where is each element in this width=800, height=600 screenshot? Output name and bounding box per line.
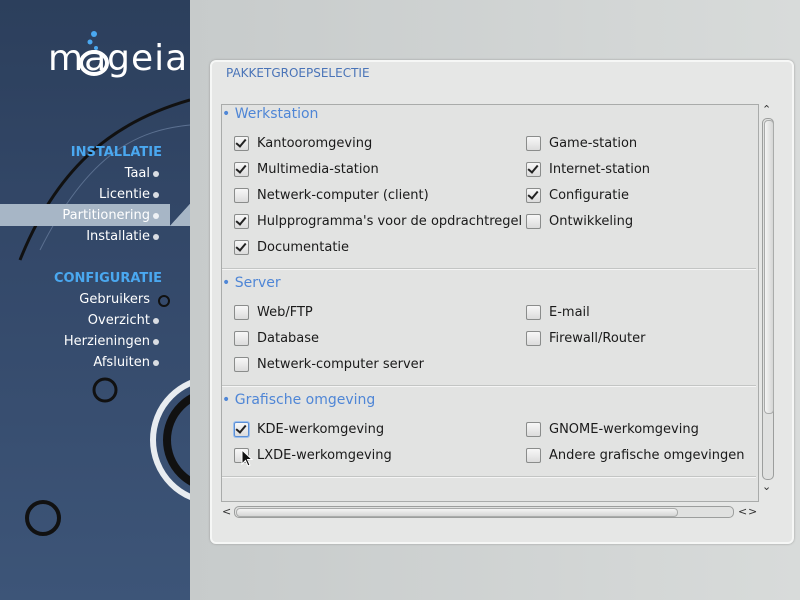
checkbox-checked-icon[interactable] bbox=[526, 161, 541, 177]
step-bullet-icon bbox=[153, 213, 159, 219]
group-separator bbox=[222, 385, 756, 387]
checkbox-game-station[interactable]: Game-station bbox=[526, 133, 637, 153]
checkbox-icon[interactable] bbox=[234, 304, 249, 320]
checkbox-checked-icon[interactable] bbox=[234, 161, 249, 177]
group-separator bbox=[222, 268, 756, 270]
step-licentie: Licentie bbox=[99, 187, 150, 202]
checkbox-icon[interactable] bbox=[234, 330, 249, 346]
step-bullet-icon bbox=[153, 171, 159, 177]
checkbox-lxde-werkomgeving[interactable]: LXDE-werkomgeving bbox=[234, 445, 392, 465]
step-bullet-icon bbox=[153, 360, 159, 366]
checkbox-kantooromgeving[interactable]: Kantooromgeving bbox=[234, 133, 372, 153]
panel-title: PAKKETGROEPSELECTIE bbox=[226, 66, 370, 80]
step-afsluiten: Afsluiten bbox=[93, 355, 150, 370]
group-header-grafische-omgeving: • Grafische omgeving bbox=[222, 392, 376, 408]
step-bullet-icon bbox=[153, 192, 159, 198]
checkbox-andere-grafische-omgevingen[interactable]: Andere grafische omgevingen bbox=[526, 445, 745, 465]
section-config-title: CONFIGURATIE bbox=[53, 271, 162, 286]
checkbox-kde-werkomgeving[interactable]: KDE-werkomgeving bbox=[234, 419, 384, 439]
checkbox-checked-icon[interactable] bbox=[234, 135, 249, 151]
group-header-werkstation: • Werkstation bbox=[222, 106, 319, 122]
scroll-left-icon[interactable]: < bbox=[222, 505, 231, 518]
logo-text: mageia bbox=[48, 38, 189, 79]
mouse-cursor-icon bbox=[241, 449, 253, 467]
checkbox-e-mail[interactable]: E-mail bbox=[526, 302, 590, 322]
group-header-server: • Server bbox=[222, 275, 281, 291]
checkbox-database[interactable]: Database bbox=[234, 328, 319, 348]
checkbox-ontwikkeling[interactable]: Ontwikkeling bbox=[526, 211, 633, 231]
checkbox-icon[interactable] bbox=[526, 213, 541, 229]
step-partitionering: Partitionering bbox=[62, 208, 150, 223]
checkbox-netwerk-computer-client[interactable]: Netwerk-computer (client) bbox=[234, 185, 429, 205]
checkbox-icon[interactable] bbox=[526, 135, 541, 151]
step-herzieningen: Herzieningen bbox=[63, 334, 150, 349]
step-bullet-icon bbox=[153, 234, 159, 240]
vertical-scrollbar-thumb[interactable] bbox=[764, 120, 774, 414]
step-bullet-icon bbox=[153, 318, 159, 324]
step-installatie: Installatie bbox=[86, 229, 150, 244]
checkbox-configuratie[interactable]: Configuratie bbox=[526, 185, 629, 205]
checkbox-web-ftp[interactable]: Web/FTP bbox=[234, 302, 313, 322]
checkbox-documentatie[interactable]: Documentatie bbox=[234, 237, 349, 257]
checkbox-icon[interactable] bbox=[526, 330, 541, 346]
section-install-title: INSTALLATIE bbox=[70, 145, 162, 160]
horizontal-scrollbar-thumb[interactable] bbox=[236, 508, 678, 517]
step-overzicht: Overzicht bbox=[87, 313, 150, 328]
sidebar: mageia INSTALLATIE Taal Licentie Partiti… bbox=[0, 0, 190, 600]
scroll-left-icon[interactable]: < bbox=[738, 505, 747, 518]
checkbox-icon[interactable] bbox=[234, 356, 249, 372]
checkbox-netwerk-computer-server[interactable]: Netwerk-computer server bbox=[234, 354, 424, 374]
checkbox-icon[interactable] bbox=[526, 447, 541, 463]
checkbox-checked-icon[interactable] bbox=[234, 239, 249, 255]
step-taal: Taal bbox=[124, 166, 150, 181]
step-bullet-icon bbox=[153, 339, 159, 345]
checkbox-multimedia-station[interactable]: Multimedia-station bbox=[234, 159, 379, 179]
checkbox-internet-station[interactable]: Internet-station bbox=[526, 159, 650, 179]
checkbox-checked-icon[interactable] bbox=[234, 213, 249, 229]
checkbox-firewall-router[interactable]: Firewall/Router bbox=[526, 328, 645, 348]
checkbox-icon[interactable] bbox=[526, 421, 541, 437]
step-gebruikers: Gebruikers bbox=[79, 292, 150, 307]
checkbox-gnome-werkomgeving[interactable]: GNOME-werkomgeving bbox=[526, 419, 699, 439]
step-ring-icon bbox=[158, 295, 170, 307]
scroll-up-icon[interactable]: ⌃ bbox=[762, 103, 771, 116]
checkbox-checked-icon[interactable] bbox=[526, 187, 541, 203]
checkbox-checked-icon[interactable] bbox=[234, 421, 249, 437]
checkbox-icon[interactable] bbox=[526, 304, 541, 320]
checkbox-hulpprogrammas[interactable]: Hulpprogramma's voor de opdrachtregel bbox=[234, 211, 522, 231]
active-step-arrow-icon bbox=[170, 204, 190, 226]
group-separator bbox=[222, 476, 756, 478]
scroll-right-icon[interactable]: > bbox=[748, 505, 757, 518]
scroll-down-icon[interactable]: ⌄ bbox=[762, 480, 771, 493]
checkbox-icon[interactable] bbox=[234, 187, 249, 203]
